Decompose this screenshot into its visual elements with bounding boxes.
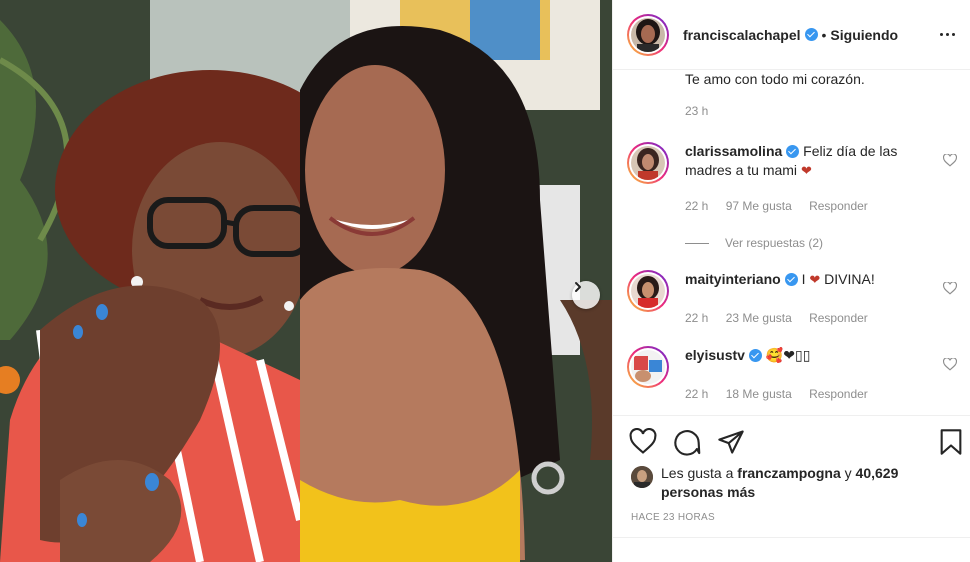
post-header: franciscalachapel • Siguiendo bbox=[613, 0, 970, 70]
commenter-avatar[interactable] bbox=[627, 142, 669, 184]
carousel-next-button[interactable] bbox=[572, 281, 600, 309]
comment-item: clarissamolina Feliz día de las madres a… bbox=[627, 142, 958, 213]
paper-plane-icon bbox=[718, 430, 744, 454]
photo-illustration bbox=[0, 0, 612, 562]
reply-button[interactable]: Responder bbox=[809, 311, 868, 325]
verified-badge-icon bbox=[804, 28, 818, 41]
post-timestamp[interactable]: HACE 23 HORAS bbox=[631, 512, 715, 523]
heart-outline-icon bbox=[629, 427, 657, 454]
post-photo[interactable] bbox=[0, 0, 612, 562]
comment-time[interactable]: 22 h bbox=[685, 387, 708, 401]
verified-badge-icon bbox=[748, 349, 762, 362]
verified-badge-icon bbox=[786, 145, 800, 158]
likes-prefix: Les gusta a bbox=[661, 465, 734, 481]
header-separator: • bbox=[821, 26, 827, 43]
share-button[interactable] bbox=[717, 428, 745, 456]
view-replies-button[interactable]: Ver respuestas (2) bbox=[685, 236, 823, 250]
heart-outline-icon bbox=[942, 281, 958, 295]
comment-text: maityinteriano I ❤ DIVINA! bbox=[685, 270, 937, 289]
comment-message-start: I bbox=[801, 271, 806, 287]
comment-message: 🥰❤▯▯ bbox=[765, 347, 811, 363]
comment-likes[interactable]: 23 Me gusta bbox=[726, 311, 792, 325]
heart-outline-icon bbox=[942, 153, 958, 167]
commenter-avatar[interactable] bbox=[627, 346, 669, 388]
heart-outline-icon bbox=[942, 357, 958, 371]
comment-time[interactable]: 22 h bbox=[685, 199, 708, 213]
comment-message-end: DIVINA! bbox=[824, 271, 875, 287]
red-heart-emoji: ❤ bbox=[800, 163, 812, 178]
commenter-username[interactable]: maityinteriano bbox=[685, 271, 781, 287]
reply-button[interactable]: Responder bbox=[809, 387, 868, 401]
post-actions: Les gusta a franczampogna y 40,629 perso… bbox=[613, 415, 970, 562]
speech-bubble-icon bbox=[674, 430, 701, 456]
chevron-right-icon bbox=[575, 282, 581, 292]
commenter-username[interactable]: clarissamolina bbox=[685, 143, 782, 159]
divider bbox=[613, 537, 970, 538]
like-button[interactable] bbox=[629, 427, 657, 456]
comment-button[interactable] bbox=[673, 428, 701, 456]
more-options-button[interactable] bbox=[935, 22, 959, 46]
ellipsis-icon bbox=[939, 32, 943, 36]
replies-divider bbox=[685, 242, 709, 244]
comment-meta: 22 h 23 Me gusta Responder bbox=[685, 311, 882, 325]
comment-time[interactable]: 22 h bbox=[685, 311, 708, 325]
caption-time[interactable]: 23 h bbox=[685, 104, 708, 118]
comment-text: elyisustv 🥰❤▯▯ bbox=[685, 346, 937, 365]
commenter-avatar[interactable] bbox=[627, 270, 669, 312]
comment-meta: 22 h 97 Me gusta Responder bbox=[685, 199, 882, 213]
comment-text: clarissamolina Feliz día de las madres a… bbox=[685, 142, 937, 180]
comment-like-button[interactable] bbox=[942, 153, 958, 172]
red-heart-emoji: ❤ bbox=[809, 272, 821, 287]
post-caption: Te amo con todo mi corazón. bbox=[685, 71, 865, 87]
comment-item: maityinteriano I ❤ DIVINA! 22 h 23 Me gu… bbox=[627, 270, 958, 330]
likes-text: Les gusta a franczampogna y 40,629 perso… bbox=[661, 464, 921, 502]
author-username[interactable]: franciscalachapel bbox=[683, 27, 801, 43]
comment-likes[interactable]: 18 Me gusta bbox=[726, 387, 792, 401]
comment-like-button[interactable] bbox=[942, 357, 958, 376]
view-replies-label: Ver respuestas (2) bbox=[725, 236, 824, 250]
bookmark-icon bbox=[940, 429, 962, 455]
post-side-panel: franciscalachapel • Siguiendo Te amo con… bbox=[612, 0, 970, 562]
verified-badge-icon bbox=[784, 273, 798, 286]
save-button[interactable] bbox=[937, 428, 965, 456]
comment-meta: 22 h 18 Me gusta Responder bbox=[685, 387, 882, 401]
comments-list[interactable]: Te amo con todo mi corazón. 23 h clariss… bbox=[613, 71, 970, 415]
author-avatar[interactable] bbox=[627, 13, 669, 56]
follow-button[interactable]: Siguiendo bbox=[830, 27, 898, 43]
comment-item: elyisustv 🥰❤▯▯ 22 h 18 Me gusta Responde… bbox=[627, 346, 958, 406]
reply-button[interactable]: Responder bbox=[809, 199, 868, 213]
comment-likes[interactable]: 97 Me gusta bbox=[726, 199, 792, 213]
likes-suffix: y bbox=[844, 465, 852, 481]
liker-avatar[interactable] bbox=[631, 466, 653, 488]
commenter-username[interactable]: elyisustv bbox=[685, 347, 745, 363]
liker-username[interactable]: franczampogna bbox=[737, 465, 840, 481]
comment-like-button[interactable] bbox=[942, 281, 958, 300]
